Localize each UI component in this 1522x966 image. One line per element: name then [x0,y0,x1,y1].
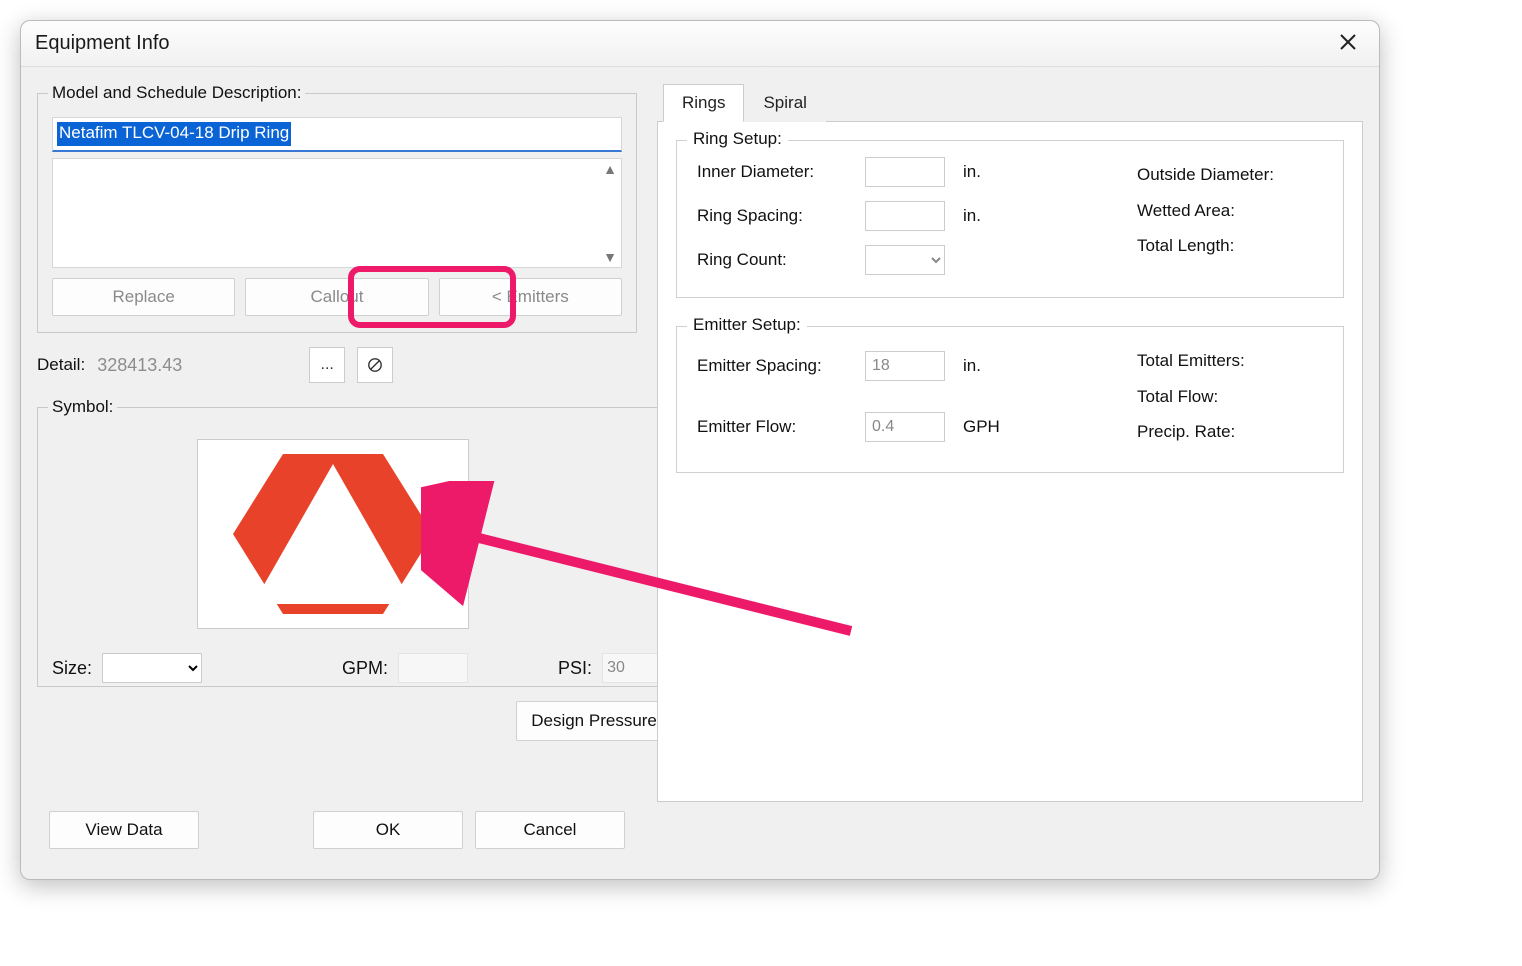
detail-browse-button[interactable]: ... [309,347,345,383]
ring-count-label: Ring Count: [697,250,857,270]
size-label: Size: [52,658,92,679]
inner-diameter-unit: in. [963,162,1013,182]
emitter-spacing-input[interactable] [865,351,945,381]
ok-button[interactable]: OK [313,811,463,849]
symbol-label: Symbol: [48,397,117,417]
close-icon[interactable] [1331,27,1365,61]
tab-body-rings: Ring Setup: Inner Diameter: in. Ring Spa… [657,122,1363,802]
ring-spacing-unit: in. [963,206,1013,226]
scroll-down-icon[interactable]: ▼ [603,249,617,265]
no-entry-icon [367,357,383,373]
emitter-setup-group: Emitter Setup: Emitter Spacing: in. Emit… [676,326,1344,473]
symbol-group: Symbol: Size: GPM: PSI: [37,397,687,687]
tabstrip: Rings Spiral [657,83,1363,122]
detail-clear-button[interactable] [357,347,393,383]
gpm-value [398,653,468,683]
wetted-area-label: Wetted Area: [1137,193,1274,229]
replace-button[interactable]: Replace [52,278,235,316]
emitter-spacing-unit: in. [963,356,1013,376]
model-listbox[interactable]: ▲ ▼ [52,158,622,268]
outside-diameter-label: Outside Diameter: [1137,157,1274,193]
emitter-flow-unit: GPH [963,417,1013,437]
emitter-setup-legend: Emitter Setup: [687,315,807,335]
symbol-preview [197,439,469,629]
ring-setup-legend: Ring Setup: [687,129,788,149]
equipment-info-dialog: Equipment Info Model and Schedule Descri… [20,20,1380,880]
model-schedule-label: Model and Schedule Description: [48,83,305,103]
tab-spiral[interactable]: Spiral [744,84,825,122]
total-emitters-label: Total Emitters: [1137,343,1245,379]
model-schedule-group: Model and Schedule Description: Netafim … [37,83,637,333]
emitter-spacing-label: Emitter Spacing: [697,356,857,376]
dialog-title: Equipment Info [35,32,170,55]
total-flow-label: Total Flow: [1137,379,1245,415]
gpm-label: GPM: [342,658,388,679]
listbox-scrollbar[interactable]: ▲ ▼ [599,159,621,267]
detail-label: Detail: [37,355,85,375]
size-select[interactable] [102,653,202,683]
annotation-highlight-rect [348,266,516,328]
emitter-flow-label: Emitter Flow: [697,417,857,437]
symbol-hexagon-icon [233,444,433,624]
cancel-button[interactable]: Cancel [475,811,625,849]
inner-diameter-label: Inner Diameter: [697,162,857,182]
design-pressure-button[interactable]: Design Pressure [516,701,672,741]
model-input-wrap[interactable]: Netafim TLCV-04-18 Drip Ring [52,117,622,152]
emitter-flow-input[interactable] [865,412,945,442]
ring-spacing-label: Ring Spacing: [697,206,857,226]
titlebar: Equipment Info [21,21,1379,67]
ring-spacing-input[interactable] [865,201,945,231]
psi-label: PSI: [558,658,592,679]
ring-setup-group: Ring Setup: Inner Diameter: in. Ring Spa… [676,140,1344,298]
total-length-label: Total Length: [1137,228,1274,264]
model-input-selection: Netafim TLCV-04-18 Drip Ring [57,122,291,146]
detail-value: 328413.43 [97,355,297,376]
view-data-button[interactable]: View Data [49,811,199,849]
scroll-up-icon[interactable]: ▲ [603,161,617,177]
precip-rate-label: Precip. Rate: [1137,414,1245,450]
ring-count-select[interactable] [865,245,945,275]
tab-rings[interactable]: Rings [663,84,744,122]
inner-diameter-input[interactable] [865,157,945,187]
